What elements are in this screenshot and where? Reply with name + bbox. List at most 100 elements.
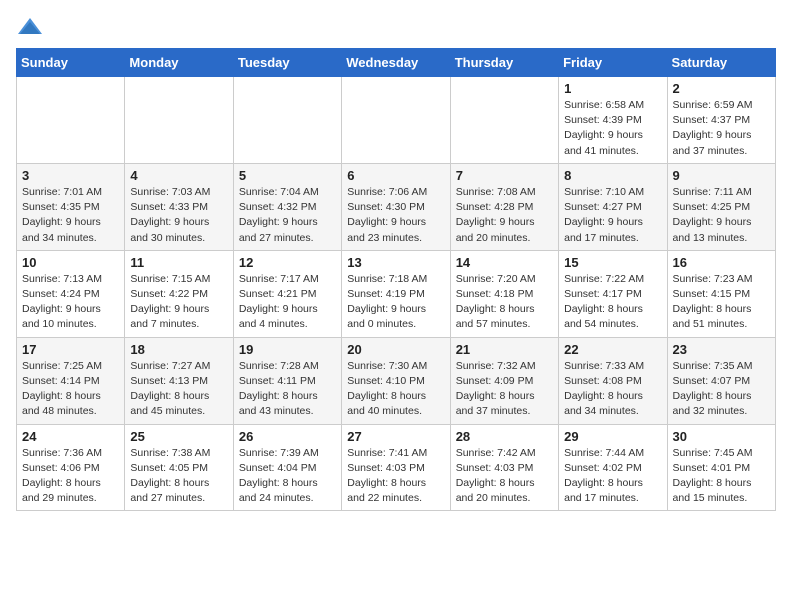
- calendar-cell: 9 Sunrise: 7:11 AM Sunset: 4:25 PM Daylig…: [667, 163, 775, 250]
- day-number: 22: [564, 342, 661, 357]
- day-info: Sunrise: 7:30 AM Sunset: 4:10 PM Dayligh…: [347, 359, 444, 420]
- logo: [16, 16, 48, 38]
- weekday-header-monday: Monday: [125, 49, 233, 77]
- day-info: Sunrise: 7:18 AM Sunset: 4:19 PM Dayligh…: [347, 272, 444, 333]
- day-number: 21: [456, 342, 553, 357]
- day-info: Sunrise: 7:35 AM Sunset: 4:07 PM Dayligh…: [673, 359, 770, 420]
- calendar-cell: [450, 77, 558, 164]
- day-number: 27: [347, 429, 444, 444]
- day-number: 13: [347, 255, 444, 270]
- day-number: 20: [347, 342, 444, 357]
- day-number: 3: [22, 168, 119, 183]
- calendar-cell: 17Sunrise: 7:25 AM Sunset: 4:14 PM Dayli…: [17, 337, 125, 424]
- day-number: 28: [456, 429, 553, 444]
- calendar-week-row: 10 Sunrise: 7:13 AM Sunset: 4:24 PM Dayli…: [17, 250, 776, 337]
- weekday-header-wednesday: Wednesday: [342, 49, 450, 77]
- calendar-cell: 13 Sunrise: 7:18 AM Sunset: 4:19 PM Dayli…: [342, 250, 450, 337]
- weekday-header-thursday: Thursday: [450, 49, 558, 77]
- day-number: 5: [239, 168, 336, 183]
- calendar-cell: 29 Sunrise: 7:44 AM Sunset: 4:02 PM Dayli…: [559, 424, 667, 511]
- day-info: Sunrise: 7:06 AM Sunset: 4:30 PM Dayligh…: [347, 185, 444, 246]
- day-number: 23: [673, 342, 770, 357]
- day-number: 16: [673, 255, 770, 270]
- calendar-cell: 1 Sunrise: 6:58 AM Sunset: 4:39 PM Daylig…: [559, 77, 667, 164]
- day-number: 26: [239, 429, 336, 444]
- calendar-cell: 22 Sunrise: 7:33 AM Sunset: 4:08 PM Dayli…: [559, 337, 667, 424]
- day-info: Sunrise: 7:15 AM Sunset: 4:22 PM Dayligh…: [130, 272, 227, 333]
- day-number: 24: [22, 429, 119, 444]
- calendar-cell: 3 Sunrise: 7:01 AM Sunset: 4:35 PM Daylig…: [17, 163, 125, 250]
- day-info: Sunrise: 7:11 AM Sunset: 4:25 PM Dayligh…: [673, 185, 770, 246]
- weekday-header-sunday: Sunday: [17, 49, 125, 77]
- calendar-week-row: 17Sunrise: 7:25 AM Sunset: 4:14 PM Dayli…: [17, 337, 776, 424]
- calendar-cell: [17, 77, 125, 164]
- day-number: 25: [130, 429, 227, 444]
- calendar-week-row: 24 Sunrise: 7:36 AM Sunset: 4:06 PM Dayli…: [17, 424, 776, 511]
- day-info: Sunrise: 7:17 AM Sunset: 4:21 PM Dayligh…: [239, 272, 336, 333]
- calendar-cell: 6 Sunrise: 7:06 AM Sunset: 4:30 PM Daylig…: [342, 163, 450, 250]
- day-number: 4: [130, 168, 227, 183]
- calendar-cell: 18Sunrise: 7:27 AM Sunset: 4:13 PM Dayli…: [125, 337, 233, 424]
- day-info: Sunrise: 7:01 AM Sunset: 4:35 PM Dayligh…: [22, 185, 119, 246]
- day-number: 6: [347, 168, 444, 183]
- calendar-cell: 2 Sunrise: 6:59 AM Sunset: 4:37 PM Daylig…: [667, 77, 775, 164]
- weekday-header-friday: Friday: [559, 49, 667, 77]
- calendar-cell: 19 Sunrise: 7:28 AM Sunset: 4:11 PM Dayli…: [233, 337, 341, 424]
- day-info: Sunrise: 7:08 AM Sunset: 4:28 PM Dayligh…: [456, 185, 553, 246]
- day-info: Sunrise: 7:32 AM Sunset: 4:09 PM Dayligh…: [456, 359, 553, 420]
- weekday-header-tuesday: Tuesday: [233, 49, 341, 77]
- calendar-header-row: SundayMondayTuesdayWednesdayThursdayFrid…: [17, 49, 776, 77]
- day-info: Sunrise: 7:03 AM Sunset: 4:33 PM Dayligh…: [130, 185, 227, 246]
- calendar-cell: 23 Sunrise: 7:35 AM Sunset: 4:07 PM Dayli…: [667, 337, 775, 424]
- day-info: Sunrise: 7:42 AM Sunset: 4:03 PM Dayligh…: [456, 446, 553, 507]
- day-info: Sunrise: 7:38 AM Sunset: 4:05 PM Dayligh…: [130, 446, 227, 507]
- day-info: Sunrise: 7:45 AM Sunset: 4:01 PM Dayligh…: [673, 446, 770, 507]
- day-number: 14: [456, 255, 553, 270]
- calendar-cell: 15 Sunrise: 7:22 AM Sunset: 4:17 PM Dayli…: [559, 250, 667, 337]
- calendar-cell: 8Sunrise: 7:10 AM Sunset: 4:27 PM Daylig…: [559, 163, 667, 250]
- calendar-cell: 7 Sunrise: 7:08 AM Sunset: 4:28 PM Daylig…: [450, 163, 558, 250]
- day-number: 1: [564, 81, 661, 96]
- calendar-cell: 26Sunrise: 7:39 AM Sunset: 4:04 PM Dayli…: [233, 424, 341, 511]
- day-number: 30: [673, 429, 770, 444]
- calendar-cell: 25 Sunrise: 7:38 AM Sunset: 4:05 PM Dayli…: [125, 424, 233, 511]
- calendar-cell: [233, 77, 341, 164]
- day-info: Sunrise: 7:36 AM Sunset: 4:06 PM Dayligh…: [22, 446, 119, 507]
- calendar-cell: 4 Sunrise: 7:03 AM Sunset: 4:33 PM Daylig…: [125, 163, 233, 250]
- day-info: Sunrise: 7:44 AM Sunset: 4:02 PM Dayligh…: [564, 446, 661, 507]
- day-number: 2: [673, 81, 770, 96]
- day-info: Sunrise: 7:41 AM Sunset: 4:03 PM Dayligh…: [347, 446, 444, 507]
- day-info: Sunrise: 6:58 AM Sunset: 4:39 PM Dayligh…: [564, 98, 661, 159]
- calendar-cell: 30 Sunrise: 7:45 AM Sunset: 4:01 PM Dayli…: [667, 424, 775, 511]
- calendar-week-row: 3 Sunrise: 7:01 AM Sunset: 4:35 PM Daylig…: [17, 163, 776, 250]
- calendar-cell: 10 Sunrise: 7:13 AM Sunset: 4:24 PM Dayli…: [17, 250, 125, 337]
- weekday-header-saturday: Saturday: [667, 49, 775, 77]
- calendar-table: SundayMondayTuesdayWednesdayThursdayFrid…: [16, 48, 776, 511]
- day-number: 9: [673, 168, 770, 183]
- day-number: 19: [239, 342, 336, 357]
- day-number: 15: [564, 255, 661, 270]
- day-info: Sunrise: 6:59 AM Sunset: 4:37 PM Dayligh…: [673, 98, 770, 159]
- day-info: Sunrise: 7:20 AM Sunset: 4:18 PM Dayligh…: [456, 272, 553, 333]
- calendar-cell: 20 Sunrise: 7:30 AM Sunset: 4:10 PM Dayli…: [342, 337, 450, 424]
- day-info: Sunrise: 7:33 AM Sunset: 4:08 PM Dayligh…: [564, 359, 661, 420]
- page-header: [16, 16, 776, 38]
- day-info: Sunrise: 7:23 AM Sunset: 4:15 PM Dayligh…: [673, 272, 770, 333]
- day-info: Sunrise: 7:13 AM Sunset: 4:24 PM Dayligh…: [22, 272, 119, 333]
- day-number: 11: [130, 255, 227, 270]
- calendar-cell: 27 Sunrise: 7:41 AM Sunset: 4:03 PM Dayli…: [342, 424, 450, 511]
- calendar-cell: 12 Sunrise: 7:17 AM Sunset: 4:21 PM Dayli…: [233, 250, 341, 337]
- day-info: Sunrise: 7:22 AM Sunset: 4:17 PM Dayligh…: [564, 272, 661, 333]
- day-number: 10: [22, 255, 119, 270]
- day-number: 17: [22, 342, 119, 357]
- day-info: Sunrise: 7:28 AM Sunset: 4:11 PM Dayligh…: [239, 359, 336, 420]
- day-number: 7: [456, 168, 553, 183]
- calendar-cell: 16 Sunrise: 7:23 AM Sunset: 4:15 PM Dayli…: [667, 250, 775, 337]
- calendar-cell: 24 Sunrise: 7:36 AM Sunset: 4:06 PM Dayli…: [17, 424, 125, 511]
- day-number: 12: [239, 255, 336, 270]
- day-number: 8: [564, 168, 661, 183]
- calendar-cell: 28 Sunrise: 7:42 AM Sunset: 4:03 PM Dayli…: [450, 424, 558, 511]
- calendar-cell: 21 Sunrise: 7:32 AM Sunset: 4:09 PM Dayli…: [450, 337, 558, 424]
- logo-icon: [16, 16, 44, 38]
- day-number: 29: [564, 429, 661, 444]
